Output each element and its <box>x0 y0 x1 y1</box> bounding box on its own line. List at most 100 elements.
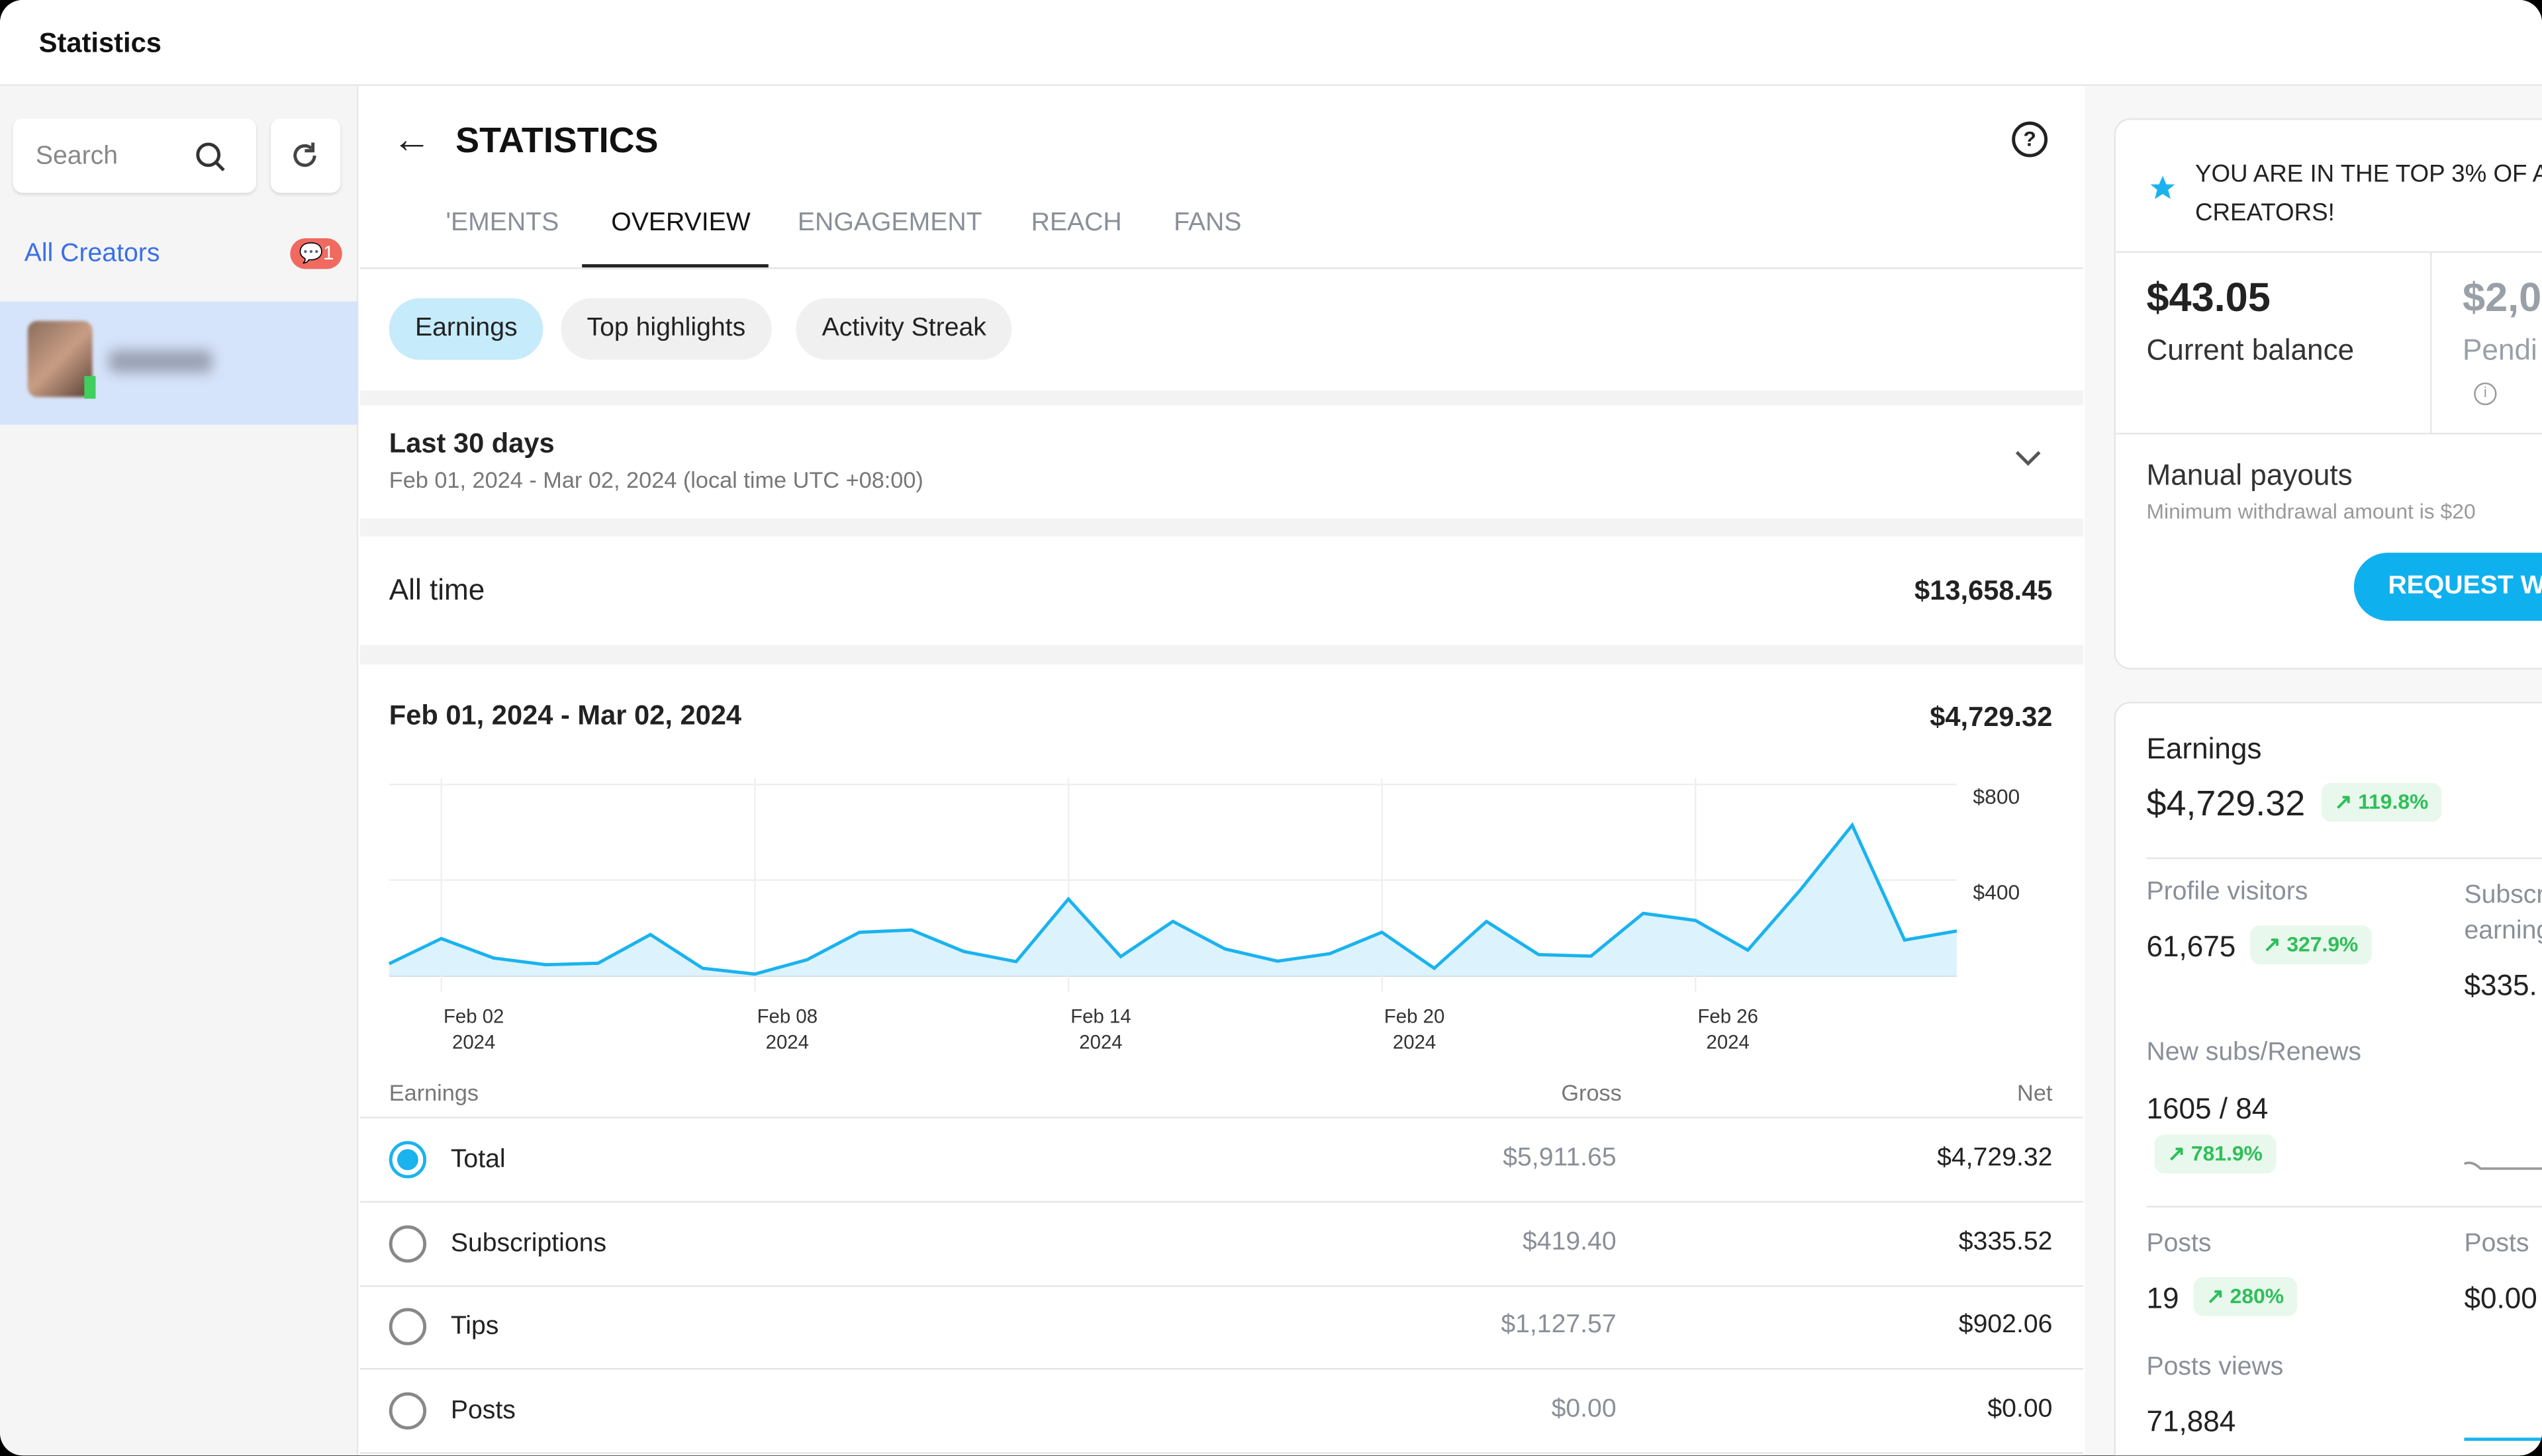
x-tick-year: 2024 <box>1393 1032 1436 1054</box>
chevron-down-icon[interactable] <box>2014 449 2043 468</box>
info-icon[interactable]: i <box>2474 382 2497 406</box>
star-icon <box>2150 175 2175 199</box>
row-gross: $419.40 <box>1522 1228 1617 1255</box>
banner-line-1: YOU ARE IN THE TOP 3% OF A <box>2194 160 2542 189</box>
x-tick-label: Feb 14 <box>1070 1005 1131 1027</box>
col-header-gross: Gross <box>1561 1079 1622 1106</box>
new-subs-change-badge: ↗ 781.9% <box>2154 1134 2276 1174</box>
posts-earnings-label: Posts <box>2464 1230 2529 1258</box>
period-range: Feb 01, 2024 - Mar 02, 2024 (local time … <box>389 467 923 493</box>
creator-name-blurred <box>109 349 212 373</box>
back-arrow-icon[interactable]: ← <box>393 118 432 164</box>
page-title: STATISTICS <box>455 120 659 161</box>
subs-sparkline <box>2464 1161 2542 1170</box>
x-tick-label: Feb 02 <box>444 1005 504 1027</box>
top-creator-banner: YOU ARE IN THE TOP 3% OF A CREATORS! <box>2195 156 2542 234</box>
creator-filter[interactable]: All Creators <box>24 240 160 269</box>
row-radio[interactable] <box>389 1308 427 1345</box>
min-withdrawal-note: Minimum withdrawal amount is $20 <box>2146 499 2476 524</box>
avatar <box>27 320 93 398</box>
x-tick-label: Feb 08 <box>757 1005 818 1027</box>
tab-fans[interactable]: FANS <box>1174 209 1241 238</box>
window-title: Statistics <box>38 27 162 59</box>
profile-visitors-change-badge: ↗ 327.9% <box>2250 925 2371 965</box>
row-radio[interactable] <box>389 1141 427 1179</box>
earnings-row[interactable]: Posts $0.00 $0.00 <box>360 1369 2083 1451</box>
all-time-value: $13,658.45 <box>1914 575 2053 606</box>
tab-engagement[interactable]: ENGAGEMENT <box>798 209 982 238</box>
title-bar: Statistics <box>0 0 2542 86</box>
row-radio[interactable] <box>389 1391 427 1429</box>
all-time-row: All time $13,658.45 <box>359 536 2083 645</box>
row-net: $4,729.32 <box>1937 1144 2053 1172</box>
row-radio[interactable] <box>389 1224 427 1262</box>
earnings-title: Earnings <box>2146 732 2262 765</box>
tab-reach[interactable]: REACH <box>1031 209 1122 238</box>
y-tick-label: $400 <box>1973 880 2020 904</box>
request-withdrawal-button[interactable]: REQUEST WI <box>2353 553 2542 621</box>
all-time-label: All time <box>389 573 485 606</box>
creator-list-item[interactable] <box>0 301 359 425</box>
posts-label: Posts <box>2146 1230 2212 1258</box>
online-indicator <box>84 376 96 399</box>
tab-statements[interactable]: 'EMENTS <box>446 209 559 238</box>
x-tick-year: 2024 <box>766 1032 809 1054</box>
app-window: Statistics Search All Creators ⌄ 💬1 ← ST… <box>0 0 2542 1456</box>
balance-card: YOU ARE IN THE TOP 3% OF A CREATORS! $43.… <box>2114 118 2542 670</box>
banner-line-2: CREATORS! <box>2194 199 2335 227</box>
row-gross: $1,127.57 <box>1501 1311 1617 1339</box>
earnings-area <box>389 825 1957 976</box>
message-badge: 💬1 <box>290 238 342 269</box>
x-tick-label: Feb 26 <box>1697 1005 1758 1027</box>
new-subs-value: 1605 / 84 <box>2146 1092 2269 1125</box>
header-section: ← STATISTICS ? 'EMENTS OVERVIEW ENGAGEME… <box>359 85 2083 391</box>
new-subs-label: New subs/Renews <box>2146 1038 2361 1067</box>
period-selector[interactable]: Last 30 days Feb 01, 2024 - Mar 02, 2024… <box>359 405 2083 519</box>
row-net: $902.06 <box>1958 1311 2053 1339</box>
tab-overview[interactable]: OVERVIEW <box>611 209 750 238</box>
posts-views-value: 71,884 <box>2146 1405 2236 1438</box>
chart-title: Feb 01, 2024 - Mar 02, 2024 <box>389 700 742 731</box>
earnings-value: $4,729.32 <box>2146 782 2306 824</box>
search-icon[interactable] <box>195 141 227 173</box>
chat-icon: 💬 <box>299 241 324 265</box>
profile-visitors-value: 61,675 <box>2146 930 2236 963</box>
row-net: $335.52 <box>1958 1228 2053 1255</box>
posts-views-label: Posts views <box>2146 1353 2284 1381</box>
sidebar: Search All Creators ⌄ <box>0 85 359 1456</box>
earnings-row[interactable]: Total $5,911.65 $4,729.32 <box>360 1118 2083 1201</box>
chip-earnings[interactable]: Earnings <box>389 298 543 360</box>
badge-count: 1 <box>323 241 334 265</box>
search-input[interactable]: Search <box>13 118 256 193</box>
search-placeholder: Search <box>35 142 118 171</box>
row-gross: $0.00 <box>1551 1394 1617 1422</box>
posts-views-sparkline <box>2464 1437 2542 1441</box>
earnings-row[interactable]: Subscriptions $419.40 $335.52 <box>360 1202 2083 1285</box>
chip-top-highlights[interactable]: Top highlights <box>561 298 772 360</box>
col-header-earnings: Earnings <box>389 1079 479 1106</box>
x-tick-year: 2024 <box>1707 1032 1750 1054</box>
x-tick-label: Feb 20 <box>1384 1005 1444 1027</box>
chart-total: $4,729.32 <box>1930 702 2053 733</box>
current-balance-label: Current balance <box>2146 334 2355 367</box>
row-label: Total <box>450 1146 506 1174</box>
posts-change-badge: ↗ 280% <box>2193 1277 2297 1316</box>
manual-payouts-title: Manual payouts <box>2146 459 2353 492</box>
x-tick-year: 2024 <box>452 1032 495 1054</box>
earnings-chart: $400 $800 Feb 02 2024 Feb 08 2024 Feb 14 2024 Fe… <box>388 778 2020 1054</box>
subscription-earnings-value: $335. <box>2464 969 2537 1002</box>
earnings-row[interactable]: Tips $1,127.57 $902.06 <box>360 1285 2083 1368</box>
current-balance-value: $43.05 <box>2146 275 2271 321</box>
earnings-summary-card: Earnings $4,729.32 ↗ 119.8% Profile visi… <box>2114 702 2542 1456</box>
refresh-icon <box>293 142 316 167</box>
pending-value: $2,0 <box>2463 275 2542 321</box>
chip-activity-streak[interactable]: Activity Streak <box>796 298 1013 360</box>
earnings-change-badge: ↗ 119.8% <box>2321 782 2441 822</box>
help-icon[interactable]: ? <box>2012 121 2048 158</box>
period-title: Last 30 days <box>389 428 555 459</box>
x-tick-year: 2024 <box>1079 1032 1122 1054</box>
earnings-chart-card: Feb 01, 2024 - Mar 02, 2024 $4,729.32 $4… <box>359 664 2083 1456</box>
refresh-button[interactable] <box>270 118 341 193</box>
posts-value: 19 <box>2146 1282 2179 1315</box>
main-panel: ← STATISTICS ? 'EMENTS OVERVIEW ENGAGEME… <box>359 85 2083 1456</box>
